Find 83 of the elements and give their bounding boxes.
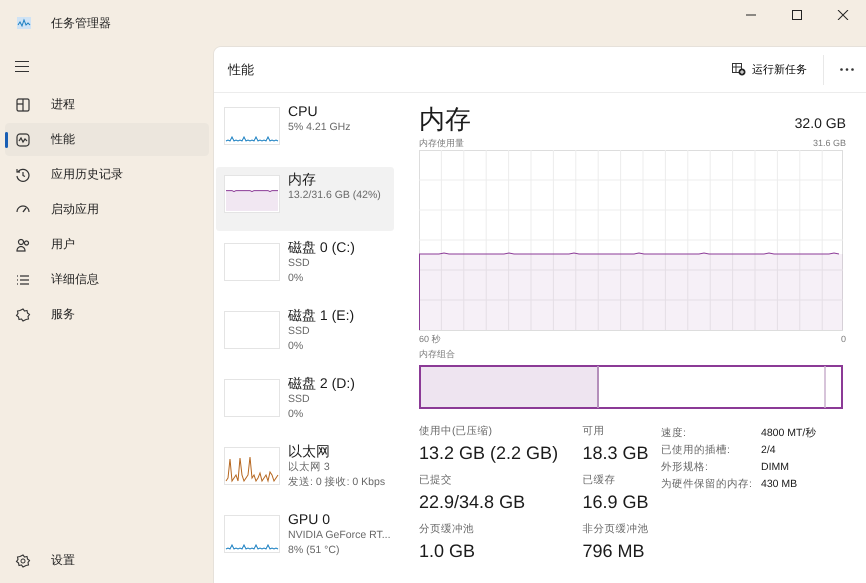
device-item[interactable]: 磁盘 1 (E:) SSD 0% <box>216 303 394 367</box>
window-title: 任务管理器 <box>51 14 111 32</box>
stat-value: 18.3 GB <box>582 442 650 464</box>
device-name: 磁盘 2 (D:) <box>288 375 355 392</box>
settings-item[interactable]: 设置 <box>5 544 209 577</box>
usage-graph <box>224 243 280 281</box>
stat-label: 已缓存 <box>582 474 616 487</box>
device-name: CPU <box>288 103 319 120</box>
pulse-chart-icon <box>15 132 31 148</box>
sidebar-item[interactable]: 用户 <box>5 228 209 261</box>
usage-graph <box>224 107 280 145</box>
stat-label: 使用中(已压缩) <box>419 425 493 438</box>
property-label: 外形规格: <box>661 460 709 475</box>
time-axis-label: 60 秒 <box>419 333 441 346</box>
total-capacity: 32.0 GB <box>794 115 846 131</box>
property-label: 为硬件保留的内存: <box>661 477 753 492</box>
grid-icon <box>15 96 31 112</box>
settings-icon <box>15 552 31 568</box>
device-info: 发送: 0 接收: 0 Kbps <box>288 475 386 490</box>
device-info: 0% <box>288 271 304 286</box>
property-value: 2/4 <box>761 443 777 458</box>
chart-label: 内存组合 <box>419 348 455 361</box>
users-icon <box>15 236 31 252</box>
device-item[interactable]: CPU 5% 4.21 GHz <box>216 99 394 163</box>
property-label: 已使用的插槽: <box>661 443 731 458</box>
stat-value: 13.2 GB (2.2 GB) <box>419 442 560 464</box>
device-item[interactable]: 磁盘 2 (D:) SSD 0% <box>216 371 394 435</box>
property-value: 4800 MT/秒 <box>761 426 816 441</box>
device-name: GPU 0 <box>288 511 332 528</box>
device-name: 磁盘 0 (C:) <box>288 239 355 256</box>
stat-label: 已提交 <box>419 474 453 487</box>
stat-value: 1.0 GB <box>419 540 476 562</box>
device-item[interactable]: GPU 0 NVIDIA GeForce RT... 8% (51 °C) <box>216 507 394 571</box>
device-info: SSD <box>288 256 311 271</box>
usage-graph <box>224 311 280 349</box>
property-label: 速度: <box>661 426 687 441</box>
gear-icon <box>15 306 31 322</box>
more-icon <box>840 68 854 71</box>
device-info: 0% <box>288 339 304 354</box>
stat-label: 可用 <box>582 425 606 438</box>
device-info: 5% 4.21 GHz <box>288 120 350 135</box>
device-item[interactable]: 以太网 以太网 3 发送: 0 接收: 0 Kbps <box>216 439 394 503</box>
property-value: DIMM <box>761 460 790 475</box>
sidebar-item[interactable]: 进程 <box>5 88 209 121</box>
stat-label: 非分页缓冲池 <box>582 523 650 536</box>
chart-label: 内存使用量 <box>419 137 464 150</box>
chart-max-label: 31.6 GB <box>812 137 846 150</box>
menu-icon <box>15 60 29 72</box>
app-icon <box>17 17 31 29</box>
device-name: 以太网 <box>288 443 331 460</box>
device-name: 内存 <box>288 171 317 188</box>
clock-history-icon <box>15 166 31 182</box>
sidebar-item[interactable]: 应用历史记录 <box>5 158 209 191</box>
maximize-icon <box>791 10 803 20</box>
device-info: 0% <box>288 407 304 422</box>
close-icon <box>837 10 849 20</box>
stat-label: 分页缓冲池 <box>419 523 475 536</box>
usage-graph <box>224 515 280 553</box>
sidebar-item[interactable]: 服务 <box>5 298 209 331</box>
usage-graph <box>224 447 280 485</box>
stat-value: 796 MB <box>582 540 646 562</box>
stat-value: 16.9 GB <box>582 491 650 513</box>
sidebar-item[interactable]: 详细信息 <box>5 263 209 296</box>
device-info: NVIDIA GeForce RT... <box>288 528 391 543</box>
sidebar-item[interactable]: 性能 <box>5 123 209 156</box>
run-new-task-button[interactable]: 运行新任务 <box>724 56 815 83</box>
stat-value: 22.9/34.8 GB <box>419 491 526 513</box>
device-info: SSD <box>288 324 311 339</box>
time-axis-label: 0 <box>840 333 846 346</box>
device-info: 以太网 3 <box>288 460 331 475</box>
sidebar-item[interactable]: 启动应用 <box>5 193 209 226</box>
page-title: 性能 <box>228 60 254 78</box>
usage-graph <box>224 379 280 417</box>
property-value: 430 MB <box>761 477 798 492</box>
device-name: 磁盘 1 (E:) <box>288 307 354 324</box>
device-info: SSD <box>288 392 311 407</box>
window-plus-icon <box>732 63 746 76</box>
device-item[interactable]: 磁盘 0 (C:) SSD 0% <box>216 235 394 299</box>
device-item[interactable]: 内存 13.2/31.6 GB (42%) <box>216 167 394 231</box>
device-info: 13.2/31.6 GB (42%) <box>288 188 381 203</box>
usage-graph <box>224 175 280 213</box>
device-info: 8% (51 °C) <box>288 543 340 558</box>
detail-title: 内存 <box>419 103 471 136</box>
